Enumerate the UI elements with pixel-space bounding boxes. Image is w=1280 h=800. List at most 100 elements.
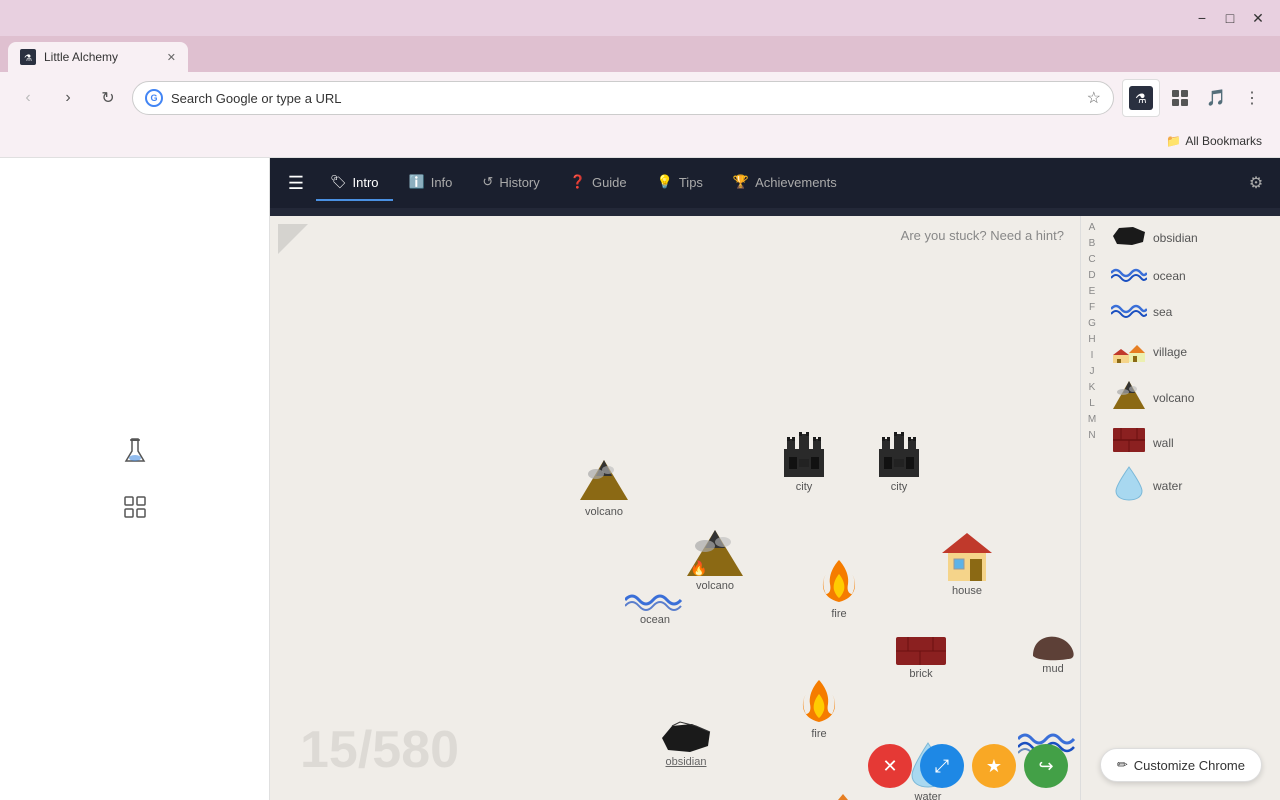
info-icon: ℹ️ bbox=[409, 174, 425, 190]
canvas-city-2[interactable]: city bbox=[874, 424, 924, 493]
tab-achievements[interactable]: 🏆 Achievements bbox=[719, 165, 851, 201]
maximize-button[interactable]: □ bbox=[1216, 4, 1244, 32]
menu-button[interactable]: ⋮ bbox=[1236, 82, 1268, 114]
tab-info[interactable]: ℹ️ Info bbox=[395, 165, 467, 201]
tab-close-button[interactable]: ✕ bbox=[167, 51, 176, 64]
hint-text[interactable]: Are you stuck? Need a hint? bbox=[901, 228, 1064, 243]
customize-chrome-button[interactable]: ✏ Customize Chrome bbox=[1100, 748, 1262, 782]
tab-history[interactable]: ↺ History bbox=[468, 165, 553, 201]
ocean-list-name: ocean bbox=[1153, 269, 1186, 283]
list-item-ocean[interactable]: ocean bbox=[1103, 260, 1280, 292]
wall-list-icon bbox=[1111, 427, 1147, 459]
bookmarks-bar: 📁 All Bookmarks bbox=[0, 124, 1280, 158]
url-bar[interactable]: G Search Google or type a URL ☆ bbox=[132, 81, 1114, 115]
water-list-icon bbox=[1111, 465, 1147, 507]
alpha-A[interactable]: A bbox=[1087, 220, 1098, 236]
water-list-name: water bbox=[1153, 479, 1182, 493]
bookmarks-label: All Bookmarks bbox=[1185, 134, 1262, 148]
game-container: ☰ 🏷 Intro ℹ️ Info ↺ History ❓ Guide 💡 Ti… bbox=[270, 158, 1280, 800]
alpha-H[interactable]: H bbox=[1086, 332, 1097, 348]
canvas-city-1[interactable]: city bbox=[779, 424, 829, 493]
volcano-1-label: volcano bbox=[585, 506, 623, 518]
toolbar-icons: ⚗ 🎵 ⋮ bbox=[1122, 79, 1268, 117]
corner-logo bbox=[278, 224, 308, 259]
canvas-volcano-1[interactable]: volcano bbox=[578, 456, 630, 518]
list-item-village[interactable]: village bbox=[1103, 332, 1280, 372]
alpha-C[interactable]: C bbox=[1086, 252, 1097, 268]
obsidian-list-icon bbox=[1111, 223, 1147, 253]
ocean-1-label: ocean bbox=[640, 614, 670, 626]
all-bookmarks[interactable]: 📁 All Bookmarks bbox=[1160, 130, 1268, 152]
volcano-list-icon bbox=[1111, 379, 1147, 417]
canvas-house[interactable]: house bbox=[940, 531, 994, 597]
tips-icon: 💡 bbox=[657, 174, 673, 190]
tab-favicon: ⚗ bbox=[20, 49, 36, 65]
alpha-I[interactable]: I bbox=[1089, 348, 1096, 364]
volcano-2-label: volcano bbox=[696, 580, 734, 592]
canvas-mud[interactable]: mud bbox=[1028, 631, 1078, 675]
flask-side-icon[interactable] bbox=[115, 431, 155, 471]
url-text: Search Google or type a URL bbox=[171, 91, 1079, 106]
game-menu-button[interactable]: ☰ bbox=[278, 165, 314, 201]
list-item-sea[interactable]: sea bbox=[1103, 296, 1280, 328]
reload-button[interactable]: ↻ bbox=[92, 82, 124, 114]
achievements-icon: 🏆 bbox=[733, 174, 749, 190]
alpha-E[interactable]: E bbox=[1087, 284, 1098, 300]
favorite-button[interactable]: ★ bbox=[972, 744, 1016, 788]
canvas-fire-2[interactable]: fire bbox=[800, 676, 838, 740]
grid-side-icon[interactable] bbox=[115, 487, 155, 527]
city-2-label: city bbox=[891, 481, 908, 493]
forward-button[interactable]: › bbox=[52, 82, 84, 114]
alpha-J[interactable]: J bbox=[1088, 364, 1097, 380]
village-list-name: village bbox=[1153, 345, 1187, 359]
sea-list-icon bbox=[1111, 299, 1147, 325]
tab-tips[interactable]: 💡 Tips bbox=[643, 165, 717, 201]
extensions-button[interactable] bbox=[1164, 82, 1196, 114]
alpha-D[interactable]: D bbox=[1086, 268, 1097, 284]
svg-text:⚗: ⚗ bbox=[24, 53, 32, 63]
browser-tab[interactable]: ⚗ Little Alchemy ✕ bbox=[8, 42, 188, 72]
brick-label: brick bbox=[909, 668, 932, 680]
mud-label: mud bbox=[1042, 663, 1063, 675]
cast-button[interactable]: 🎵 bbox=[1200, 82, 1232, 114]
back-button[interactable]: ‹ bbox=[12, 82, 44, 114]
intro-icon: 🏷 bbox=[330, 174, 347, 190]
little-alchemy-app-icon[interactable]: ⚗ bbox=[1122, 79, 1160, 117]
alpha-N[interactable]: N bbox=[1086, 428, 1097, 444]
canvas-fire-1[interactable]: fire bbox=[820, 556, 858, 620]
canvas-area[interactable]: Are you stuck? Need a hint? 15/580 bbox=[270, 216, 1080, 800]
tab-guide[interactable]: ❓ Guide bbox=[556, 165, 641, 201]
close-button[interactable]: ✕ bbox=[1244, 4, 1272, 32]
canvas-brick[interactable]: brick bbox=[895, 636, 947, 680]
expand-button[interactable]: ⤢ bbox=[920, 744, 964, 788]
fire-2-label: fire bbox=[811, 728, 826, 740]
canvas-obsidian-1[interactable]: obsidian bbox=[660, 718, 712, 768]
game-settings-button[interactable]: ⚙ bbox=[1240, 167, 1272, 199]
bookmark-star-icon[interactable]: ☆ bbox=[1087, 88, 1101, 108]
tab-intro[interactable]: 🏷 Intro bbox=[316, 165, 393, 201]
village-list-icon bbox=[1111, 335, 1147, 369]
list-item-wall[interactable]: wall bbox=[1103, 424, 1280, 462]
house-label: house bbox=[952, 585, 982, 597]
info-label: Info bbox=[431, 175, 453, 190]
list-item-volcano[interactable]: volcano bbox=[1103, 376, 1280, 420]
alpha-G[interactable]: G bbox=[1086, 316, 1098, 332]
alpha-K[interactable]: K bbox=[1087, 380, 1098, 396]
minimize-button[interactable]: − bbox=[1188, 4, 1216, 32]
alpha-F[interactable]: F bbox=[1087, 300, 1097, 316]
game-play-area: Are you stuck? Need a hint? 15/580 bbox=[270, 216, 1280, 800]
folder-icon: 📁 bbox=[1166, 134, 1181, 148]
svg-text:⚗: ⚗ bbox=[1135, 91, 1147, 106]
canvas-village[interactable]: village bbox=[805, 780, 859, 800]
obsidian-list-name: obsidian bbox=[1153, 231, 1198, 245]
canvas-volcano-2[interactable]: 🔥 volcano bbox=[685, 526, 745, 592]
share-button[interactable]: ↪ bbox=[1024, 744, 1068, 788]
canvas-ocean-1[interactable]: ocean bbox=[625, 588, 685, 626]
alpha-L[interactable]: L bbox=[1087, 396, 1097, 412]
water-label: water bbox=[915, 791, 942, 800]
alpha-B[interactable]: B bbox=[1087, 236, 1098, 252]
list-item-water[interactable]: water bbox=[1103, 462, 1280, 510]
delete-button[interactable]: ✕ bbox=[868, 744, 912, 788]
alpha-M[interactable]: M bbox=[1086, 412, 1098, 428]
list-item-obsidian[interactable]: obsidian bbox=[1103, 220, 1280, 256]
